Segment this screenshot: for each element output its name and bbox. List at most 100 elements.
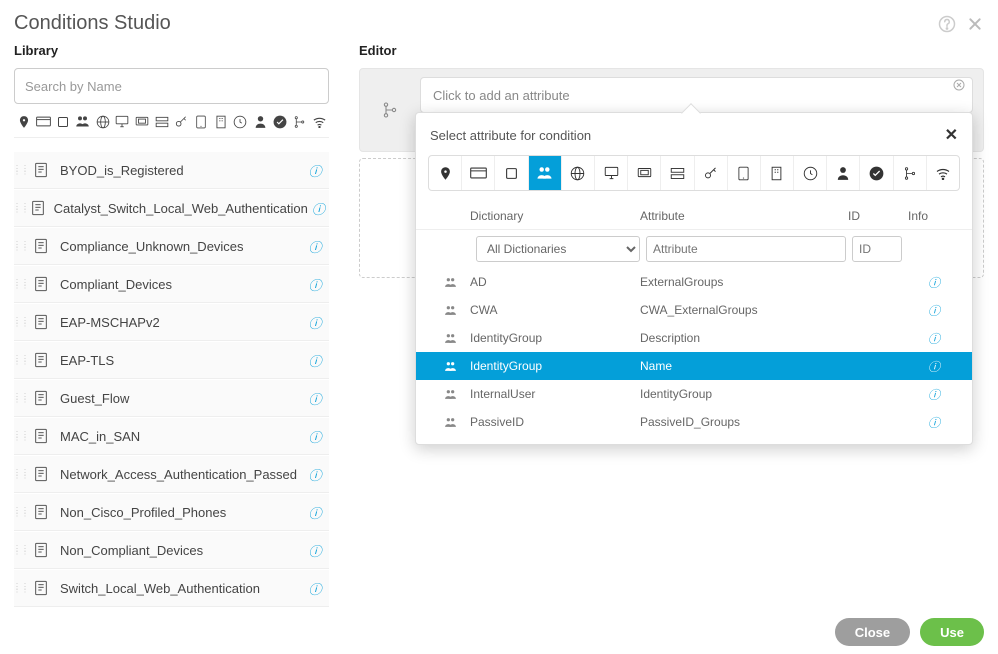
close-button[interactable]: Close [835,618,910,646]
tab-clock-icon[interactable] [794,156,827,190]
info-icon[interactable]: ⓘ [301,427,329,446]
grip-icon[interactable]: ⋮⋮⋮⋮ [14,243,28,249]
tab-key-icon[interactable] [695,156,728,190]
row-info-icon[interactable]: ⓘ [928,414,958,431]
key-icon[interactable] [172,115,192,129]
tab-pin-icon[interactable] [429,156,462,190]
tab-server-icon[interactable] [661,156,694,190]
doc-icon [28,390,54,406]
grip-icon[interactable]: ⋮⋮⋮⋮ [14,281,28,287]
square-icon[interactable] [53,116,73,128]
monitor-icon[interactable] [112,115,132,128]
clock-icon[interactable] [231,115,251,129]
tab-card-icon[interactable] [462,156,495,190]
attribute-row[interactable]: IdentityGroupDescriptionⓘ [416,324,972,352]
grip-icon[interactable]: ⋮⋮⋮⋮ [14,319,28,325]
id-filter-input[interactable] [852,236,902,262]
tab-wifi-icon[interactable] [927,156,959,190]
info-icon[interactable]: ⓘ [301,351,329,370]
row-info-icon[interactable]: ⓘ [928,386,958,403]
popover-close-icon[interactable]: ✕ [945,125,958,145]
attribute-filter-input[interactable] [646,236,846,262]
globe-icon[interactable] [93,115,113,129]
library-item[interactable]: ⋮⋮⋮⋮Non_Compliant_Devicesⓘ [14,532,329,569]
grip-icon[interactable]: ⋮⋮⋮⋮ [14,547,28,553]
doc-icon [28,162,54,178]
library-item-label: MAC_in_SAN [54,429,301,444]
tab-user-icon[interactable] [827,156,860,190]
tree-icon[interactable] [290,115,310,129]
remove-row-icon[interactable] [953,79,965,91]
info-icon[interactable]: ⓘ [301,237,329,256]
row-info-icon[interactable]: ⓘ [928,302,958,319]
footer: Close Use [835,618,984,646]
grip-icon[interactable]: ⋮⋮⋮⋮ [14,509,28,515]
use-button[interactable]: Use [920,618,984,646]
attribute-row[interactable]: PassiveIDPassiveID_Groupsⓘ [416,408,972,436]
close-icon[interactable] [966,15,984,33]
info-icon[interactable]: ⓘ [308,199,329,218]
library-item[interactable]: ⋮⋮⋮⋮Compliant_Devicesⓘ [14,266,329,303]
tab-square-icon[interactable] [495,156,528,190]
library-item-label: Compliance_Unknown_Devices [54,239,301,254]
grip-icon[interactable]: ⋮⋮⋮⋮ [14,471,28,477]
library-item[interactable]: ⋮⋮⋮⋮ Compliance_Unknown_Devicesⓘ [14,228,329,265]
library-item[interactable]: ⋮⋮⋮⋮Switch_Local_Web_Authenticationⓘ [14,570,329,607]
doc-icon [28,466,54,482]
tab-globe-icon[interactable] [562,156,595,190]
info-icon[interactable]: ⓘ [301,503,329,522]
info-icon[interactable]: ⓘ [301,313,329,332]
search-input[interactable] [14,68,329,104]
tab-tablet-icon[interactable] [728,156,761,190]
tab-monitor-icon[interactable] [595,156,628,190]
library-item[interactable]: ⋮⋮⋮⋮Guest_Flowⓘ [14,380,329,417]
grip-icon[interactable]: ⋮⋮⋮⋮ [14,433,28,439]
row-info-icon[interactable]: ⓘ [928,274,958,291]
building-icon[interactable] [211,115,231,129]
row-info-icon[interactable]: ⓘ [928,358,958,375]
help-icon[interactable] [938,15,956,33]
info-icon[interactable]: ⓘ [301,161,329,180]
dictionary-select[interactable]: All Dictionaries [476,236,640,262]
tab-building-icon[interactable] [761,156,794,190]
info-icon[interactable]: ⓘ [301,541,329,560]
info-icon[interactable]: ⓘ [301,465,329,484]
wifi-icon[interactable] [309,116,329,128]
user-icon[interactable] [250,115,270,129]
row-info-icon[interactable]: ⓘ [928,330,958,347]
grip-icon[interactable]: ⋮⋮⋮⋮ [14,357,28,363]
info-icon[interactable]: ⓘ [301,579,329,598]
card-icon[interactable] [34,116,54,127]
library-item[interactable]: ⋮⋮⋮⋮Network_Access_Authentication_Passed… [14,456,329,493]
library-item[interactable]: ⋮⋮⋮⋮Non_Cisco_Profiled_Phonesⓘ [14,494,329,531]
grip-icon[interactable]: ⋮⋮⋮⋮ [14,395,28,401]
library-item[interactable]: ⋮⋮⋮⋮ MAC_in_SANⓘ [14,418,329,455]
library-item[interactable]: ⋮⋮⋮⋮EAP-MSCHAPv2ⓘ [14,304,329,341]
check-circle-icon[interactable] [270,115,290,129]
attribute-input[interactable]: Click to add an attribute [420,77,973,113]
tab-check-icon[interactable] [860,156,893,190]
users-icon[interactable] [73,115,93,128]
library-item[interactable]: ⋮⋮⋮⋮Catalyst_Switch_Local_Web_Authentica… [14,190,329,227]
tab-tree-icon[interactable] [894,156,927,190]
info-icon[interactable]: ⓘ [301,389,329,408]
server-icon[interactable] [152,116,172,128]
attribute-row[interactable]: ADExternalGroupsⓘ [416,268,972,296]
attribute-row[interactable]: IdentityGroupNameⓘ [416,352,972,380]
library-item[interactable]: ⋮⋮⋮⋮BYOD_is_Registeredⓘ [14,152,329,189]
pin-icon[interactable] [14,115,34,129]
tablet-icon[interactable] [191,115,211,129]
info-icon[interactable]: ⓘ [301,275,329,294]
grip-icon[interactable]: ⋮⋮⋮⋮ [14,205,28,211]
grip-icon[interactable]: ⋮⋮⋮⋮ [14,585,28,591]
library-list: ⋮⋮⋮⋮BYOD_is_Registeredⓘ ⋮⋮⋮⋮Catalyst_Swi… [14,152,329,608]
attribute-row[interactable]: InternalUserIdentityGroupⓘ [416,380,972,408]
tab-device-icon[interactable] [628,156,661,190]
attribute-row[interactable]: CWACWA_ExternalGroupsⓘ [416,296,972,324]
attribute-rows: ADExternalGroupsⓘ CWACWA_ExternalGroupsⓘ… [416,268,972,444]
grip-icon[interactable]: ⋮⋮⋮⋮ [14,167,28,173]
device-icon[interactable] [132,116,152,128]
library-item[interactable]: ⋮⋮⋮⋮EAP-TLSⓘ [14,342,329,379]
tab-users-icon[interactable] [529,156,562,190]
row-users-icon [430,389,470,400]
